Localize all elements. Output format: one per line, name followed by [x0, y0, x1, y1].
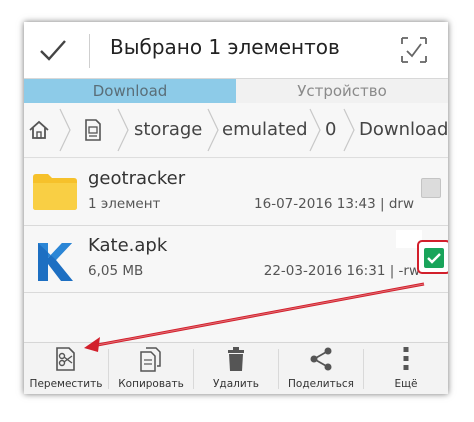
tab-download[interactable]: Download	[24, 79, 236, 103]
delete-button[interactable]: Удалить	[194, 343, 278, 394]
share-icon	[308, 346, 334, 372]
list-item-geotracker[interactable]: geotracker 1 элемент 16-07-2016 13:43 | …	[24, 159, 448, 226]
location-tabs: Download Устройство	[24, 79, 448, 103]
file-name: geotracker	[88, 168, 186, 189]
move-button[interactable]: Переместить	[24, 343, 108, 394]
tool-label: Ещё	[394, 378, 418, 390]
share-button[interactable]: Поделиться	[279, 343, 363, 394]
tool-label: Поделиться	[288, 378, 354, 390]
file-name: Kate.apk	[88, 235, 168, 256]
list-item-kate-apk[interactable]: Kate.apk 6,05 MB 22-03-2016 16:31 | -rw	[24, 226, 448, 293]
breadcrumb: storage emulated 0 Download	[24, 103, 448, 158]
sdcard-icon[interactable]	[82, 118, 102, 142]
breadcrumb-chevron	[117, 108, 129, 152]
screenshot-canvas: Выбрано 1 элементов Download Устройство	[0, 0, 474, 422]
breadcrumb-item-download[interactable]: Download	[359, 103, 448, 157]
home-icon[interactable]	[28, 119, 50, 141]
select-all-icon[interactable]	[399, 35, 429, 65]
breadcrumb-chevron	[59, 108, 71, 152]
breadcrumb-item-emulated[interactable]: emulated	[222, 103, 308, 157]
list-empty-area	[24, 293, 448, 341]
select-checkbox[interactable]	[421, 178, 441, 198]
checkmark-icon	[427, 253, 441, 264]
more-icon	[393, 346, 419, 372]
folder-icon	[32, 171, 78, 211]
copy-icon	[138, 346, 164, 372]
action-bar: Выбрано 1 элементов	[24, 22, 448, 79]
more-button[interactable]: Ещё	[364, 343, 448, 394]
file-subtitle: 1 элемент	[88, 196, 161, 212]
bottom-toolbar: Переместить Копировать Удалить Поделитьс…	[24, 342, 448, 394]
breadcrumb-chevron	[343, 108, 355, 152]
breadcrumb-item-0[interactable]: 0	[325, 103, 336, 157]
kate-app-icon	[34, 241, 74, 283]
breadcrumb-chevron	[207, 108, 219, 152]
file-meta: 22-03-2016 16:31 | -rw	[263, 263, 420, 279]
tool-label: Переместить	[29, 378, 103, 390]
tool-label: Удалить	[213, 378, 259, 390]
trash-icon	[223, 346, 249, 372]
breadcrumb-chevron	[309, 108, 321, 152]
app-screen: Выбрано 1 элементов Download Устройство	[24, 22, 448, 394]
checkmark-icon[interactable]	[38, 36, 68, 64]
copy-button[interactable]: Копировать	[109, 343, 193, 394]
move-icon	[53, 346, 79, 372]
breadcrumb-item-storage[interactable]: storage	[134, 103, 202, 157]
file-subtitle: 6,05 MB	[88, 263, 144, 279]
file-meta: 16-07-2016 13:43 | drw	[254, 196, 414, 212]
tab-device[interactable]: Устройство	[236, 79, 448, 103]
select-checkbox-checked[interactable]	[424, 248, 444, 268]
selection-title: Выбрано 1 элементов	[110, 35, 340, 59]
action-bar-divider	[89, 34, 90, 68]
annotation-highlight-box	[417, 240, 448, 274]
tool-label: Копировать	[118, 378, 184, 390]
